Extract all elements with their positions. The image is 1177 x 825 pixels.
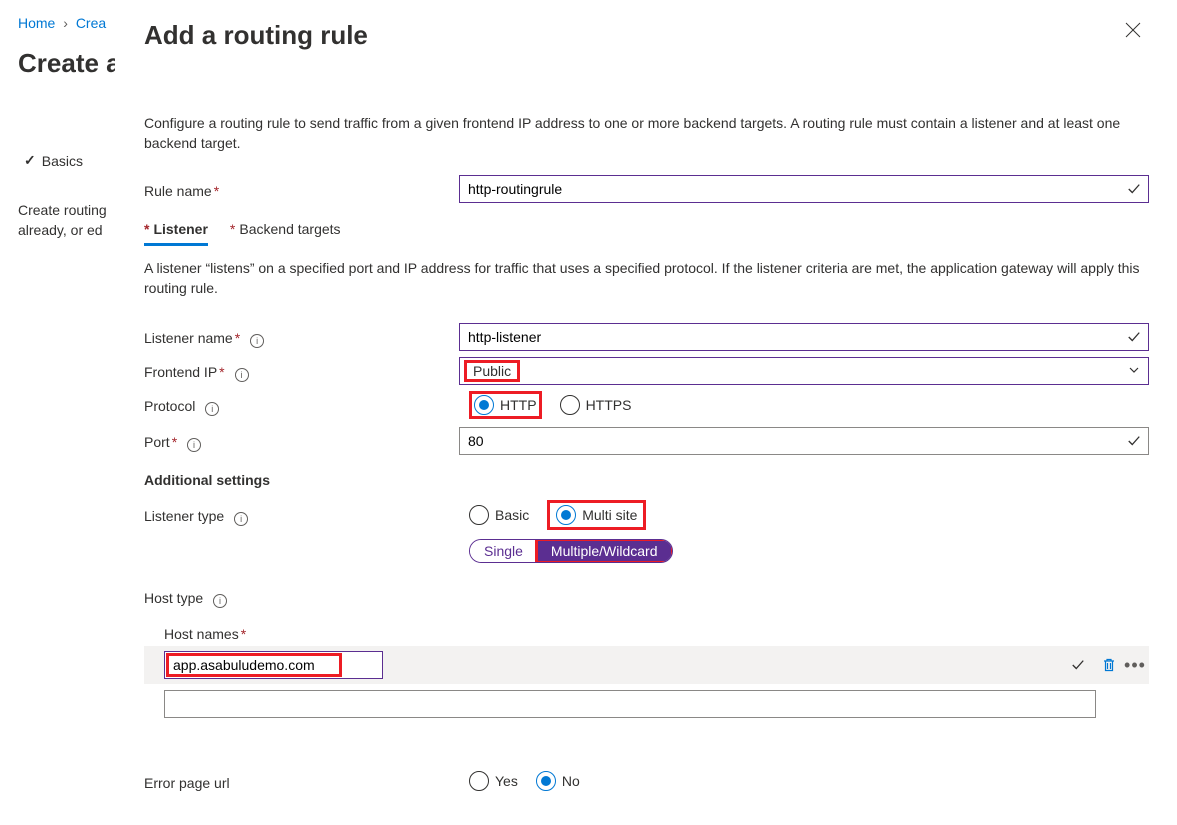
error-page-no-radio[interactable]: No [536, 771, 580, 791]
host-names-label: Host names* [164, 626, 1149, 642]
protocol-label: Protocol i [144, 394, 469, 416]
info-icon[interactable]: i [187, 438, 201, 452]
chevron-down-icon [1128, 363, 1140, 379]
port-label-text: Port [144, 434, 170, 450]
more-button[interactable]: ••• [1125, 655, 1145, 675]
frontend-ip-value: Public [473, 363, 511, 379]
chevron-right-icon: › [63, 15, 68, 31]
check-icon [1071, 658, 1085, 672]
listener-name-input[interactable] [459, 323, 1149, 351]
tab-backend-label: Backend targets [239, 221, 340, 237]
check-icon: ✓ [24, 152, 36, 169]
radio-icon [469, 505, 489, 525]
info-icon[interactable]: i [234, 512, 248, 526]
protocol-http-label: HTTP [500, 397, 537, 413]
host-type-pill-group: Single Multiple/Wildcard [469, 539, 673, 563]
tab-listener[interactable]: *Listener [144, 221, 208, 246]
port-input[interactable] [459, 427, 1149, 455]
additional-settings-header: Additional settings [144, 472, 1149, 488]
info-icon[interactable]: i [235, 368, 249, 382]
listener-type-multi-label: Multi site [582, 507, 637, 523]
protocol-label-text: Protocol [144, 398, 195, 414]
listener-type-label: Listener type i [144, 504, 469, 526]
protocol-http-radio[interactable]: HTTP [474, 395, 537, 415]
frontend-ip-select[interactable]: Public [459, 357, 1149, 385]
step-basics[interactable]: ✓ Basics [24, 152, 83, 169]
port-label: Port* i [144, 430, 459, 452]
page-title: Create a [18, 48, 121, 79]
rule-name-input[interactable] [459, 175, 1149, 203]
info-icon[interactable]: i [213, 594, 227, 608]
radio-icon [556, 505, 576, 525]
radio-icon [560, 395, 580, 415]
error-page-url-label-text: Error page url [144, 775, 230, 791]
error-page-yes-radio[interactable]: Yes [469, 771, 518, 791]
breadcrumb: Home › Crea [18, 15, 106, 31]
rule-name-label-text: Rule name [144, 183, 212, 199]
listener-desc: A listener “listens” on a specified port… [144, 258, 1144, 298]
host-names-label-text: Host names [164, 626, 239, 642]
listener-name-label: Listener name* i [144, 326, 459, 348]
breadcrumb-item[interactable]: Crea [76, 15, 106, 31]
info-icon[interactable]: i [250, 334, 264, 348]
panel-description: Configure a routing rule to send traffic… [144, 113, 1144, 153]
bg-desc-text: Create routing already, or ed [18, 200, 113, 240]
error-page-no-label: No [562, 773, 580, 789]
frontend-ip-label: Frontend IP* i [144, 360, 459, 382]
hostname-row: ••• [144, 646, 1149, 684]
hostname-input[interactable] [164, 651, 383, 679]
info-icon[interactable]: i [205, 402, 219, 416]
error-page-url-label: Error page url [144, 771, 469, 791]
listener-type-basic-label: Basic [495, 507, 529, 523]
close-button[interactable] [1125, 22, 1147, 44]
radio-icon [474, 395, 494, 415]
protocol-https-label: HTTPS [586, 397, 632, 413]
host-type-multiple[interactable]: Multiple/Wildcard [537, 540, 672, 562]
radio-icon [469, 771, 489, 791]
host-type-label: Host type i [144, 586, 469, 608]
listener-type-label-text: Listener type [144, 508, 224, 524]
host-type-single[interactable]: Single [470, 540, 537, 562]
step-basics-label: Basics [42, 153, 83, 169]
rule-name-label: Rule name* [144, 179, 459, 199]
hostname-input-empty[interactable] [164, 690, 1096, 718]
protocol-https-radio[interactable]: HTTPS [560, 395, 632, 415]
listener-type-basic-radio[interactable]: Basic [469, 505, 529, 525]
listener-type-multisite-radio[interactable]: Multi site [556, 505, 637, 525]
radio-icon [536, 771, 556, 791]
breadcrumb-home[interactable]: Home [18, 15, 55, 31]
frontend-ip-label-text: Frontend IP [144, 364, 217, 380]
delete-hostname-button[interactable] [1099, 655, 1119, 675]
error-page-yes-label: Yes [495, 773, 518, 789]
listener-name-label-text: Listener name [144, 330, 233, 346]
routing-rule-panel: Add a routing rule Configure a routing r… [115, 0, 1177, 825]
tab-listener-label: Listener [153, 221, 207, 237]
panel-title: Add a routing rule [144, 20, 1149, 51]
tab-backend-targets[interactable]: *Backend targets [230, 221, 341, 246]
host-type-label-text: Host type [144, 590, 203, 606]
close-icon [1125, 22, 1141, 38]
